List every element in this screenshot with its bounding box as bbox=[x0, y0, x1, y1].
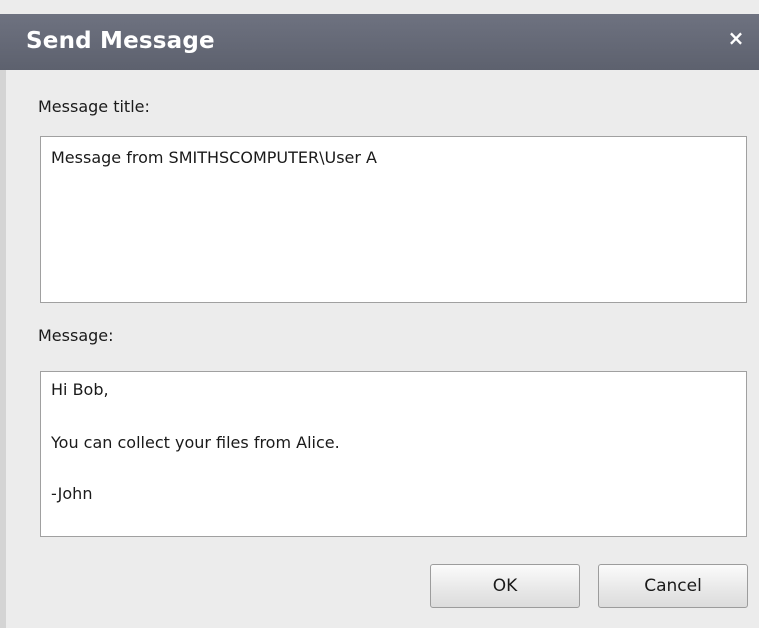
message-title-field[interactable]: Message from SMITHSCOMPUTER\User A bbox=[40, 136, 747, 303]
message-title-value: Message from SMITHSCOMPUTER\User A bbox=[51, 148, 377, 167]
send-message-dialog: Send Message × Message title: Message fr… bbox=[0, 0, 759, 628]
dialog-left-border bbox=[0, 70, 6, 628]
message-line: -John bbox=[51, 484, 93, 503]
message-line: You can collect your files from Alice. bbox=[51, 433, 340, 452]
title-bar: Send Message × bbox=[0, 14, 759, 70]
dialog-title: Send Message bbox=[26, 28, 215, 54]
ok-button[interactable]: OK bbox=[430, 564, 580, 608]
message-label: Message: bbox=[38, 326, 114, 345]
close-icon[interactable]: × bbox=[723, 25, 749, 51]
message-line: Hi Bob, bbox=[51, 380, 109, 399]
message-title-label: Message title: bbox=[38, 97, 150, 116]
cancel-button[interactable]: Cancel bbox=[598, 564, 748, 608]
message-body-field[interactable]: Hi Bob, You can collect your files from … bbox=[40, 371, 747, 537]
